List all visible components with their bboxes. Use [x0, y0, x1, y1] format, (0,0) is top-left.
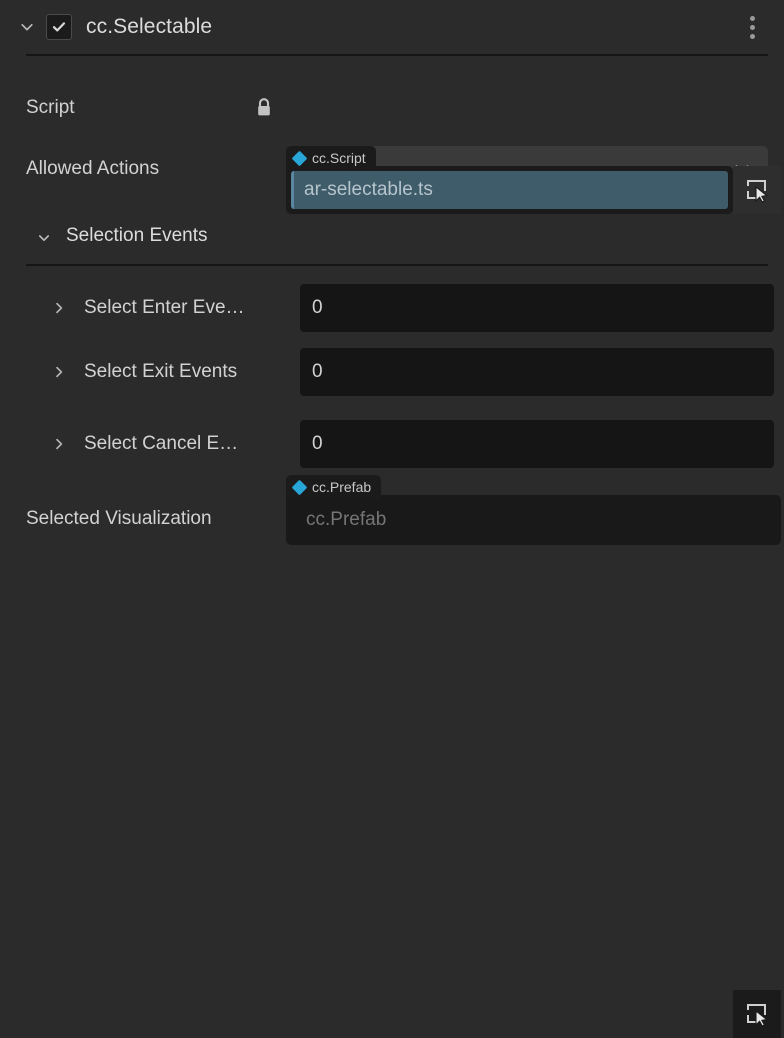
script-asset-field[interactable]: ar-selectable.ts [291, 171, 728, 209]
prefab-type-badge: cc.Prefab [286, 475, 382, 499]
selection-events-section-header[interactable]: Selection Events [0, 222, 784, 256]
select-enter-events-value: 0 [312, 297, 323, 318]
asset-diamond-icon [291, 150, 308, 166]
node-picker-icon[interactable] [733, 166, 781, 214]
select-enter-events-row: Select Enter Eve… 0 [0, 284, 784, 332]
select-exit-events-field[interactable]: 0 [300, 348, 774, 396]
chevron-down-icon[interactable] [34, 228, 54, 248]
lock-closed-icon [254, 97, 274, 124]
chevron-right-icon[interactable] [50, 299, 68, 317]
select-exit-events-label: Select Exit Events [84, 361, 238, 382]
select-cancel-events-value: 0 [312, 433, 323, 454]
kebab-dot [749, 33, 755, 39]
allowed-actions-label: Allowed Actions [26, 158, 160, 179]
chevron-right-icon[interactable] [50, 363, 68, 381]
script-row: Script cc.Script ar-selectable.ts [0, 80, 784, 214]
check-icon [52, 22, 66, 32]
select-exit-events-row: Select Exit Events 0 [0, 348, 784, 396]
selected-visualization-label: Selected Visualization [26, 508, 212, 529]
select-exit-events-value: 0 [312, 361, 323, 382]
kebab-dot [749, 15, 755, 21]
selection-events-title: Selection Events [66, 225, 208, 246]
prefab-asset-value: cc.Prefab [306, 509, 387, 530]
script-label: Script [26, 97, 75, 118]
script-asset-value: ar-selectable.ts [304, 179, 433, 200]
prefab-asset-field[interactable]: cc.Prefab [286, 495, 781, 545]
kebab-dot [749, 24, 755, 30]
select-enter-events-field[interactable]: 0 [300, 284, 774, 332]
select-cancel-events-label: Select Cancel E… [84, 433, 239, 454]
node-picker-icon[interactable] [733, 990, 781, 1038]
kebab-menu-icon[interactable] [738, 13, 766, 41]
script-type-badge: cc.Script [286, 146, 376, 170]
chevron-down-icon[interactable] [14, 14, 40, 40]
select-cancel-events-row: Select Cancel E… 0 [0, 420, 784, 468]
component-header: cc.Selectable [0, 0, 784, 54]
header-divider [26, 54, 768, 56]
chevron-right-icon[interactable] [50, 435, 68, 453]
asset-diamond-icon [291, 479, 308, 495]
select-cancel-events-field[interactable]: 0 [300, 420, 774, 468]
component-title: cc.Selectable [86, 15, 213, 38]
section-divider [26, 264, 768, 266]
component-enabled-checkbox[interactable] [46, 14, 72, 40]
prefab-type-badge-label: cc.Prefab [312, 479, 372, 495]
select-enter-events-label: Select Enter Eve… [84, 297, 245, 318]
selected-visualization-row: Selected Visualization cc.Prefab cc.Pref… [0, 475, 784, 1038]
component-inspector-panel: cc.Selectable Script cc.Script ar-select… [0, 0, 784, 1038]
script-type-badge-label: cc.Script [312, 150, 366, 166]
